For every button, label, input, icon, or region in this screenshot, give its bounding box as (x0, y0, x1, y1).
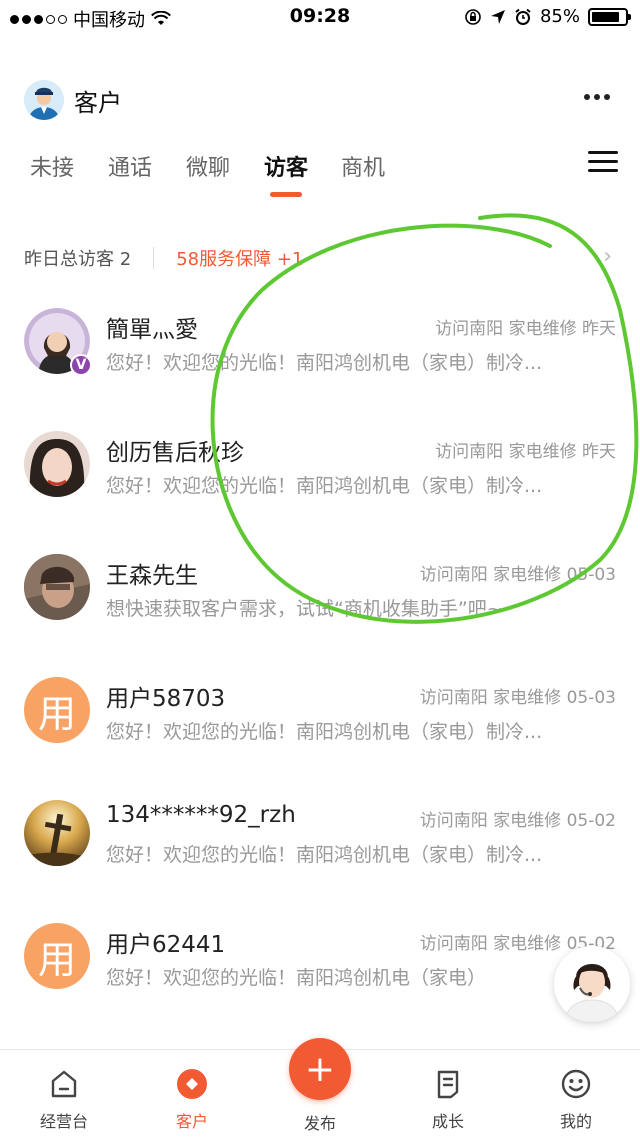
agent-avatar-icon (24, 80, 64, 120)
avatar: V (24, 308, 92, 376)
last-message: 您好！欢迎您的光临！南阳鸿创机电（家电）制冷... (106, 352, 543, 374)
visitor-name: 王森先生 (106, 563, 198, 589)
user-photo-icon (24, 800, 90, 866)
user-photo-icon (24, 431, 90, 497)
alarm-icon (515, 8, 531, 25)
home-icon (51, 1070, 77, 1098)
visit-meta: 访问南阳 家电维修 05-02 (419, 811, 616, 831)
avatar (24, 431, 90, 497)
status-right: 85% (464, 6, 631, 27)
nav-dashboard[interactable]: 经营台 (0, 1050, 128, 1137)
nav-label: 客户 (175, 1112, 208, 1131)
yesterday-visitors: 昨日总访客 2 (24, 249, 132, 270)
lock-rotation-icon (465, 8, 481, 25)
tab-opportunities[interactable]: 商机 (341, 150, 385, 182)
nav-label: 我的 (559, 1112, 592, 1131)
last-message: 您好！欢迎您的光临！南阳鸿创机电（家电） (106, 967, 487, 989)
more-options-button[interactable] (584, 94, 610, 100)
battery-percent: 85% (539, 6, 580, 27)
user-photo-icon (24, 554, 90, 620)
visit-meta: 访问南阳 家电维修 昨天 (435, 442, 616, 462)
status-bar: 中国移动 09:28 85% (0, 0, 640, 34)
avatar: 用 (24, 677, 90, 743)
visitor-name: 创历售后秋珍 (106, 440, 244, 466)
last-message: 您好！欢迎您的光临！南阳鸿创机电（家电）制冷... (106, 475, 543, 497)
last-message: 您好！欢迎您的光临！南阳鸿创机电（家电）制冷... (106, 721, 543, 743)
avatar (24, 554, 90, 620)
chevron-right-icon[interactable]: › (603, 244, 612, 269)
tab-missed[interactable]: 未接 (30, 150, 74, 182)
list-item[interactable]: 用 用户62441 访问南阳 家电维修 05-02 您好！欢迎您的光临！南阳鸿创… (0, 905, 640, 1005)
list-item[interactable]: 王森先生 访问南阳 家电维修 05-03 想快速获取客户需求，试试“商机收集助手… (0, 536, 640, 636)
list-item[interactable]: V 簡單灬愛 访问南阳 家电维修 昨天 您好！欢迎您的光临！南阳鸿创机电（家电）… (0, 290, 640, 390)
visitor-summary: 昨日总访客 2 58服务保障 +1 › (24, 244, 616, 272)
bottom-nav: 经营台 客户 + 发布 成长 我的 (0, 1038, 640, 1137)
list-item[interactable]: 用 用户58703 访问南阳 家电维修 05-03 您好！欢迎您的光临！南阳鸿创… (0, 659, 640, 759)
customers-icon (177, 1069, 207, 1099)
nav-label: 发布 (303, 1114, 336, 1133)
page-title: 客户 (74, 88, 122, 117)
document-icon (437, 1070, 459, 1099)
smiley-icon (561, 1069, 591, 1099)
visit-meta: 访问南阳 家电维修 05-03 (419, 565, 616, 585)
nav-label: 经营台 (39, 1112, 88, 1131)
avatar[interactable] (24, 80, 64, 120)
avatar (24, 800, 90, 866)
visitor-name: 用户58703 (106, 686, 226, 712)
tab-calls[interactable]: 通话 (108, 150, 152, 182)
plus-icon[interactable]: + (289, 1038, 351, 1100)
nav-profile[interactable]: 我的 (512, 1050, 640, 1137)
tab-visitors[interactable]: 访客 (264, 150, 308, 182)
summary-divider (153, 247, 155, 269)
last-message: 想快速获取客户需求，试试“商机收集助手”吧~ (106, 598, 503, 620)
last-message: 您好！欢迎您的光临！南阳鸿创机电（家电）制冷... (106, 844, 543, 866)
visitor-name: 用户62441 (106, 932, 226, 958)
page-header: 客户 (24, 80, 616, 120)
visit-meta: 访问南阳 家电维修 05-03 (419, 688, 616, 708)
tab-bar: 未接 通话 微聊 访客 商机 (30, 150, 620, 200)
service-agent-icon (554, 946, 630, 1022)
list-menu-icon[interactable] (588, 150, 618, 174)
nav-publish[interactable]: + 发布 (256, 1038, 384, 1137)
nav-customers[interactable]: 客户 (128, 1050, 256, 1137)
visitor-name: 134******92_rzh (106, 802, 296, 828)
list-item[interactable]: 创历售后秋珍 访问南阳 家电维修 昨天 您好！欢迎您的光临！南阳鸿创机电（家电）… (0, 413, 640, 513)
customer-service-button[interactable] (554, 946, 630, 1022)
list-item[interactable]: 134******92_rzh 访问南阳 家电维修 05-02 您好！欢迎您的光… (0, 782, 640, 882)
location-icon (490, 9, 505, 24)
nav-label: 成长 (431, 1112, 464, 1131)
battery-icon (588, 7, 631, 26)
nav-growth[interactable]: 成长 (384, 1050, 512, 1137)
visitor-name: 簡單灬愛 (106, 317, 198, 343)
service-guarantee-link[interactable]: 58服务保障 +1 (176, 245, 303, 271)
tab-chat[interactable]: 微聊 (186, 150, 230, 182)
visit-meta: 访问南阳 家电维修 昨天 (435, 319, 616, 339)
avatar: 用 (24, 923, 90, 989)
verified-badge: V (70, 354, 92, 376)
tab-active-indicator (270, 192, 302, 197)
